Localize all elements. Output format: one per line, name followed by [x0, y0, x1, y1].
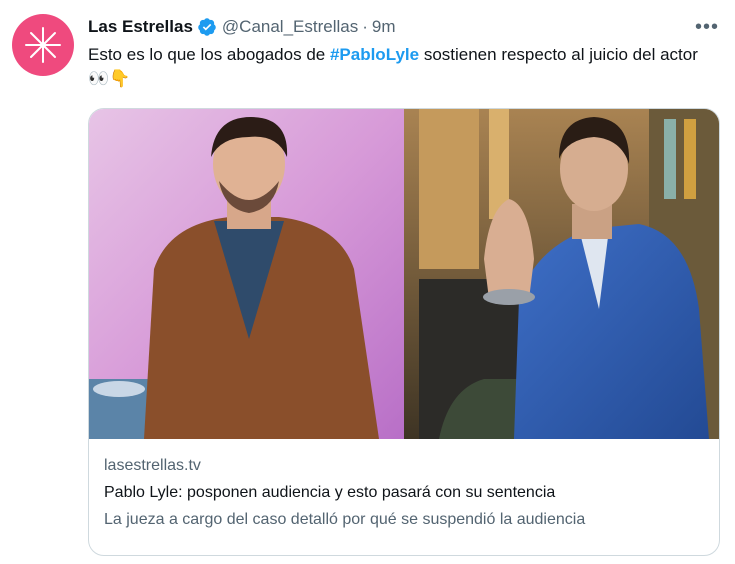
- left-photo: [89, 109, 404, 439]
- verified-badge-icon: [197, 17, 217, 37]
- author-name[interactable]: Las Estrellas: [88, 16, 193, 38]
- card-photo-collage: [89, 109, 719, 439]
- card-title[interactable]: Pablo Lyle: posponen audiencia y esto pa…: [104, 482, 585, 504]
- more-options-button[interactable]: •••: [693, 14, 721, 40]
- tweet-header: Las Estrellas @Canal_Estrellas · 9m: [88, 16, 396, 38]
- timestamp[interactable]: 9m: [372, 16, 396, 38]
- right-photo: [404, 109, 719, 439]
- card-image[interactable]: [89, 109, 719, 439]
- card-domain: lasestrellas.tv: [104, 457, 201, 474]
- hashtag-link[interactable]: #PabloLyle: [330, 45, 419, 64]
- author-handle[interactable]: @Canal_Estrellas: [222, 16, 358, 38]
- more-dots-icon: •••: [694, 15, 719, 38]
- tweet-text-part: Esto es lo que los abogados de: [88, 45, 330, 64]
- avatar[interactable]: [12, 14, 74, 76]
- emoji-eyes-pointing-down: 👀👇: [88, 69, 131, 89]
- link-card[interactable]: lasestrellas.tv Pablo Lyle: posponen aud…: [88, 108, 720, 556]
- card-meta: lasestrellas.tv Pablo Lyle: posponen aud…: [104, 456, 585, 531]
- tweet-text: Esto es lo que los abogados de #PabloLyl…: [88, 43, 718, 91]
- tweet-text-part: sostienen respecto al juicio del actor: [419, 45, 698, 64]
- tweet[interactable]: Las Estrellas @Canal_Estrellas · 9m ••• …: [0, 0, 735, 564]
- separator-dot: ·: [362, 17, 368, 36]
- sparkle-logo-icon: [25, 27, 61, 63]
- card-description: La jueza a cargo del caso detalló por qu…: [104, 511, 586, 528]
